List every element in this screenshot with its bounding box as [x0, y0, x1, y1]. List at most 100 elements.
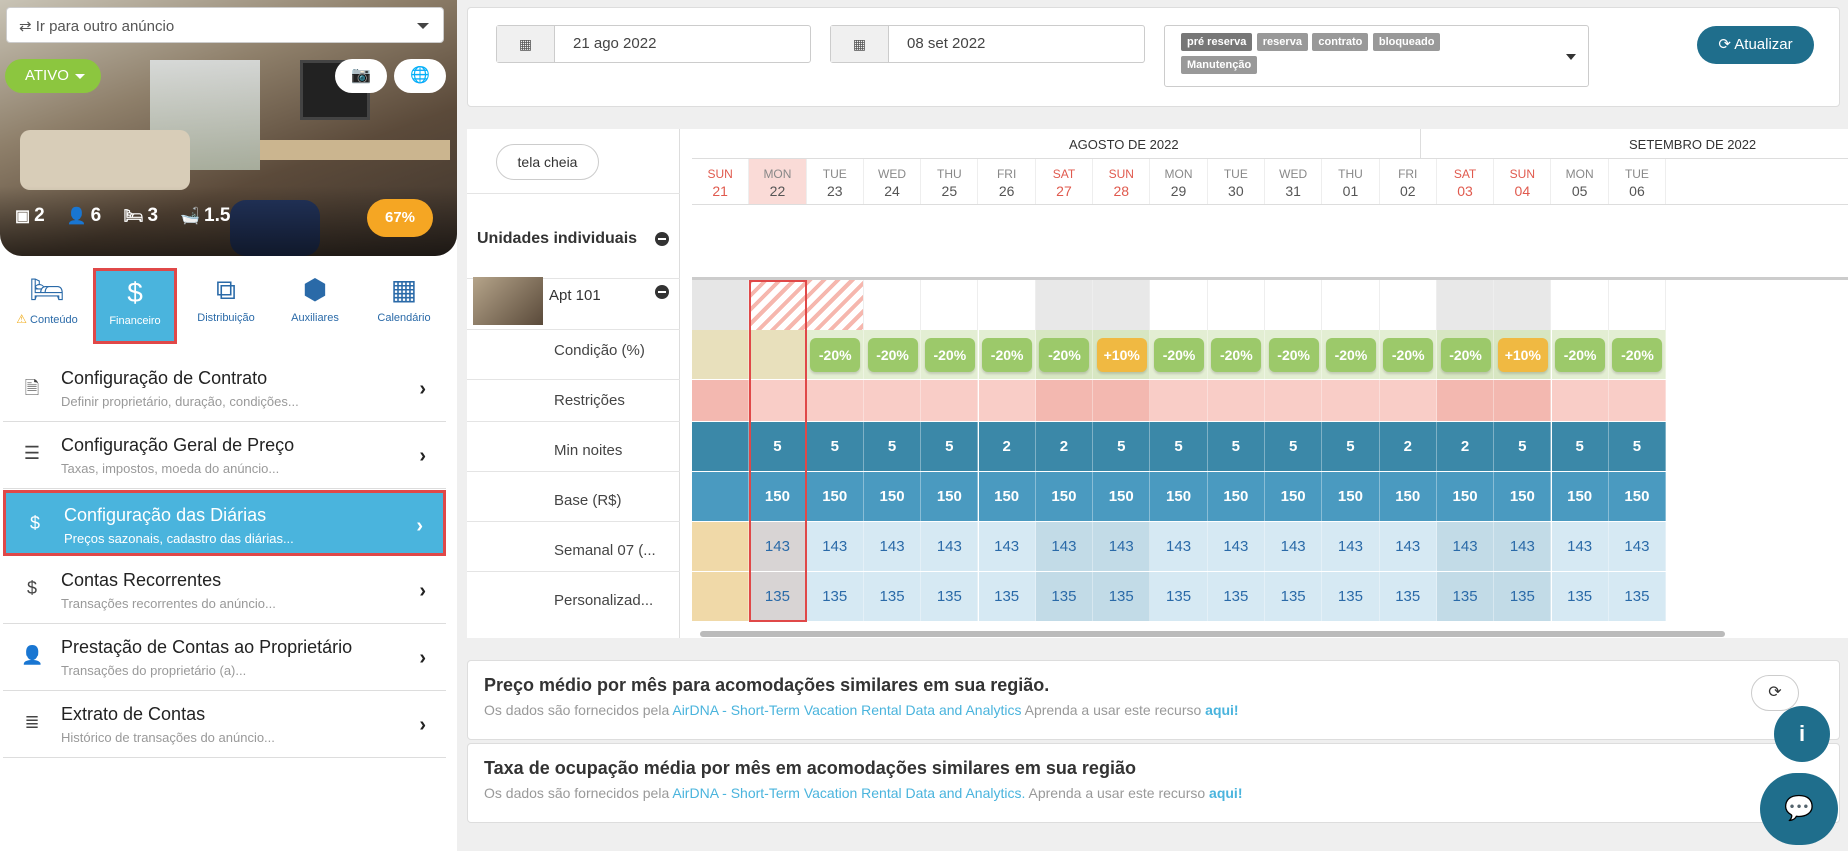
menu-preco[interactable]: ☰ Configuração Geral de Preço Taxas, impos…: [3, 423, 446, 489]
base-price-cell[interactable]: 150: [1379, 472, 1437, 521]
restriction-cell[interactable]: [1093, 380, 1151, 421]
camera-button[interactable]: 📷: [335, 59, 387, 93]
condition-cell[interactable]: -20%: [806, 330, 864, 379]
custom-price-cell[interactable]: 135: [1093, 572, 1151, 621]
menu-diarias[interactable]: $ Configuração das Diárias Preços sazonais…: [3, 490, 446, 556]
fullscreen-button[interactable]: tela cheia: [496, 144, 599, 180]
weekly-price-cell[interactable]: 143: [1379, 522, 1437, 571]
custom-price-cell[interactable]: 135: [921, 572, 979, 621]
restriction-cell[interactable]: [692, 380, 750, 421]
base-price-cell[interactable]: 150: [1265, 472, 1323, 521]
menu-contrato[interactable]: 🗎 Configuração de Contrato Definir proprie…: [3, 356, 446, 422]
min-nights-cell[interactable]: 5: [1265, 422, 1323, 471]
weekly-price-cell[interactable]: 143: [1494, 522, 1552, 571]
min-nights-cell[interactable]: 5: [1093, 422, 1151, 471]
tab-auxiliares[interactable]: ⬢ Auxiliares: [272, 268, 358, 344]
collapse-section-icon[interactable]: [655, 232, 669, 246]
restriction-cell[interactable]: [1494, 380, 1552, 421]
tag-reserva[interactable]: reserva: [1256, 33, 1308, 51]
occupancy-cell[interactable]: [1436, 280, 1495, 330]
refresh-button[interactable]: ⟳ Atualizar: [1697, 26, 1814, 64]
restriction-cell[interactable]: [1035, 380, 1094, 421]
tag-bloqueado[interactable]: bloqueado: [1372, 33, 1441, 51]
min-nights-cell[interactable]: 2: [978, 422, 1036, 471]
tab-distribuicao[interactable]: ⧉ Distribuição: [183, 268, 269, 344]
weekly-price-cell[interactable]: 143: [921, 522, 979, 571]
occupancy-cell[interactable]: [921, 280, 979, 330]
weekly-price-cell[interactable]: 143: [1150, 522, 1208, 571]
min-nights-cell[interactable]: 5: [863, 422, 922, 471]
min-nights-cell[interactable]: 5: [1494, 422, 1552, 471]
horizontal-scrollbar[interactable]: [700, 631, 1725, 637]
occupancy-cell[interactable]: [692, 280, 750, 330]
custom-price-cell[interactable]: [692, 572, 750, 621]
restriction-cell[interactable]: [1322, 380, 1380, 421]
goto-listing-select[interactable]: ⇄ Ir para outro anúncio: [6, 7, 444, 43]
menu-prestacao[interactable]: 👤 Prestação de Contas ao Proprietário Tran…: [3, 625, 446, 691]
base-price-cell[interactable]: 150: [1494, 472, 1552, 521]
custom-price-cell[interactable]: 135: [1551, 572, 1609, 621]
condition-cell[interactable]: +10%: [1494, 330, 1552, 379]
min-nights-cell[interactable]: 5: [1551, 422, 1609, 471]
weekly-price-cell[interactable]: 143: [1551, 522, 1609, 571]
restriction-cell[interactable]: [1608, 380, 1667, 421]
unit-name[interactable]: Apt 101: [549, 287, 601, 304]
tab-calendario[interactable]: ▦ Calendário: [361, 268, 447, 344]
tag-contrato[interactable]: contrato: [1312, 33, 1369, 51]
weekly-price-cell[interactable]: 143: [978, 522, 1036, 571]
occupancy-cell[interactable]: [1551, 280, 1609, 330]
condition-cell[interactable]: +10%: [1093, 330, 1151, 379]
min-nights-cell[interactable]: 2: [1035, 422, 1094, 471]
min-nights-cell[interactable]: [692, 422, 750, 471]
min-nights-cell[interactable]: 2: [1379, 422, 1437, 471]
condition-cell[interactable]: -20%: [1551, 330, 1609, 379]
base-price-cell[interactable]: 150: [1436, 472, 1495, 521]
condition-cell[interactable]: -20%: [1436, 330, 1495, 379]
restriction-cell[interactable]: [1150, 380, 1208, 421]
condition-cell[interactable]: -20%: [1322, 330, 1380, 379]
min-nights-cell[interactable]: 5: [921, 422, 979, 471]
reservation-type-select[interactable]: pré reserva reserva contrato bloqueado M…: [1164, 25, 1589, 87]
base-price-cell[interactable]: 150: [1093, 472, 1151, 521]
restriction-cell[interactable]: [1436, 380, 1495, 421]
condition-cell[interactable]: -20%: [1379, 330, 1437, 379]
weekly-price-cell[interactable]: 143: [1265, 522, 1323, 571]
occupancy-cell[interactable]: [1207, 280, 1265, 330]
date-to-field[interactable]: ▦ 08 set 2022: [830, 25, 1145, 63]
occupancy-cell[interactable]: [1379, 280, 1437, 330]
occupancy-cell[interactable]: [863, 280, 922, 330]
learn-link[interactable]: aqui!: [1209, 785, 1242, 801]
weekly-price-cell[interactable]: [692, 522, 750, 571]
restriction-cell[interactable]: [1379, 380, 1437, 421]
occupancy-cell[interactable]: [1035, 280, 1094, 330]
condition-cell[interactable]: -20%: [921, 330, 979, 379]
restriction-cell[interactable]: [1207, 380, 1265, 421]
base-price-cell[interactable]: 150: [806, 472, 864, 521]
condition-cell[interactable]: -20%: [978, 330, 1036, 379]
min-nights-cell[interactable]: 5: [1322, 422, 1380, 471]
chat-button[interactable]: 💬: [1760, 773, 1838, 845]
occupancy-cell[interactable]: [806, 280, 864, 330]
menu-recorrentes[interactable]: $ Contas Recorrentes Transações recorrente…: [3, 558, 446, 624]
min-nights-cell[interactable]: 5: [1207, 422, 1265, 471]
restriction-cell[interactable]: [1551, 380, 1609, 421]
weekly-price-cell[interactable]: 143: [1608, 522, 1667, 571]
condition-cell[interactable]: -20%: [1608, 330, 1667, 379]
tab-financeiro[interactable]: $ Financeiro: [93, 268, 177, 344]
base-price-cell[interactable]: 150: [921, 472, 979, 521]
restriction-cell[interactable]: [978, 380, 1036, 421]
weekly-price-cell[interactable]: 143: [1436, 522, 1495, 571]
globe-button[interactable]: 🌐: [394, 59, 446, 93]
tag-manutencao[interactable]: Manutenção: [1181, 56, 1258, 74]
info-button[interactable]: i: [1774, 706, 1830, 762]
menu-extrato[interactable]: ≣ Extrato de Contas Histórico de transaçõe…: [3, 692, 446, 758]
custom-price-cell[interactable]: 135: [1436, 572, 1495, 621]
custom-price-cell[interactable]: 135: [1608, 572, 1667, 621]
custom-price-cell[interactable]: 135: [1150, 572, 1208, 621]
weekly-price-cell[interactable]: 143: [806, 522, 864, 571]
condition-cell[interactable]: [692, 330, 750, 379]
min-nights-cell[interactable]: 5: [806, 422, 864, 471]
occupancy-cell[interactable]: [1093, 280, 1151, 330]
custom-price-cell[interactable]: 135: [1207, 572, 1265, 621]
min-nights-cell[interactable]: 5: [1150, 422, 1208, 471]
